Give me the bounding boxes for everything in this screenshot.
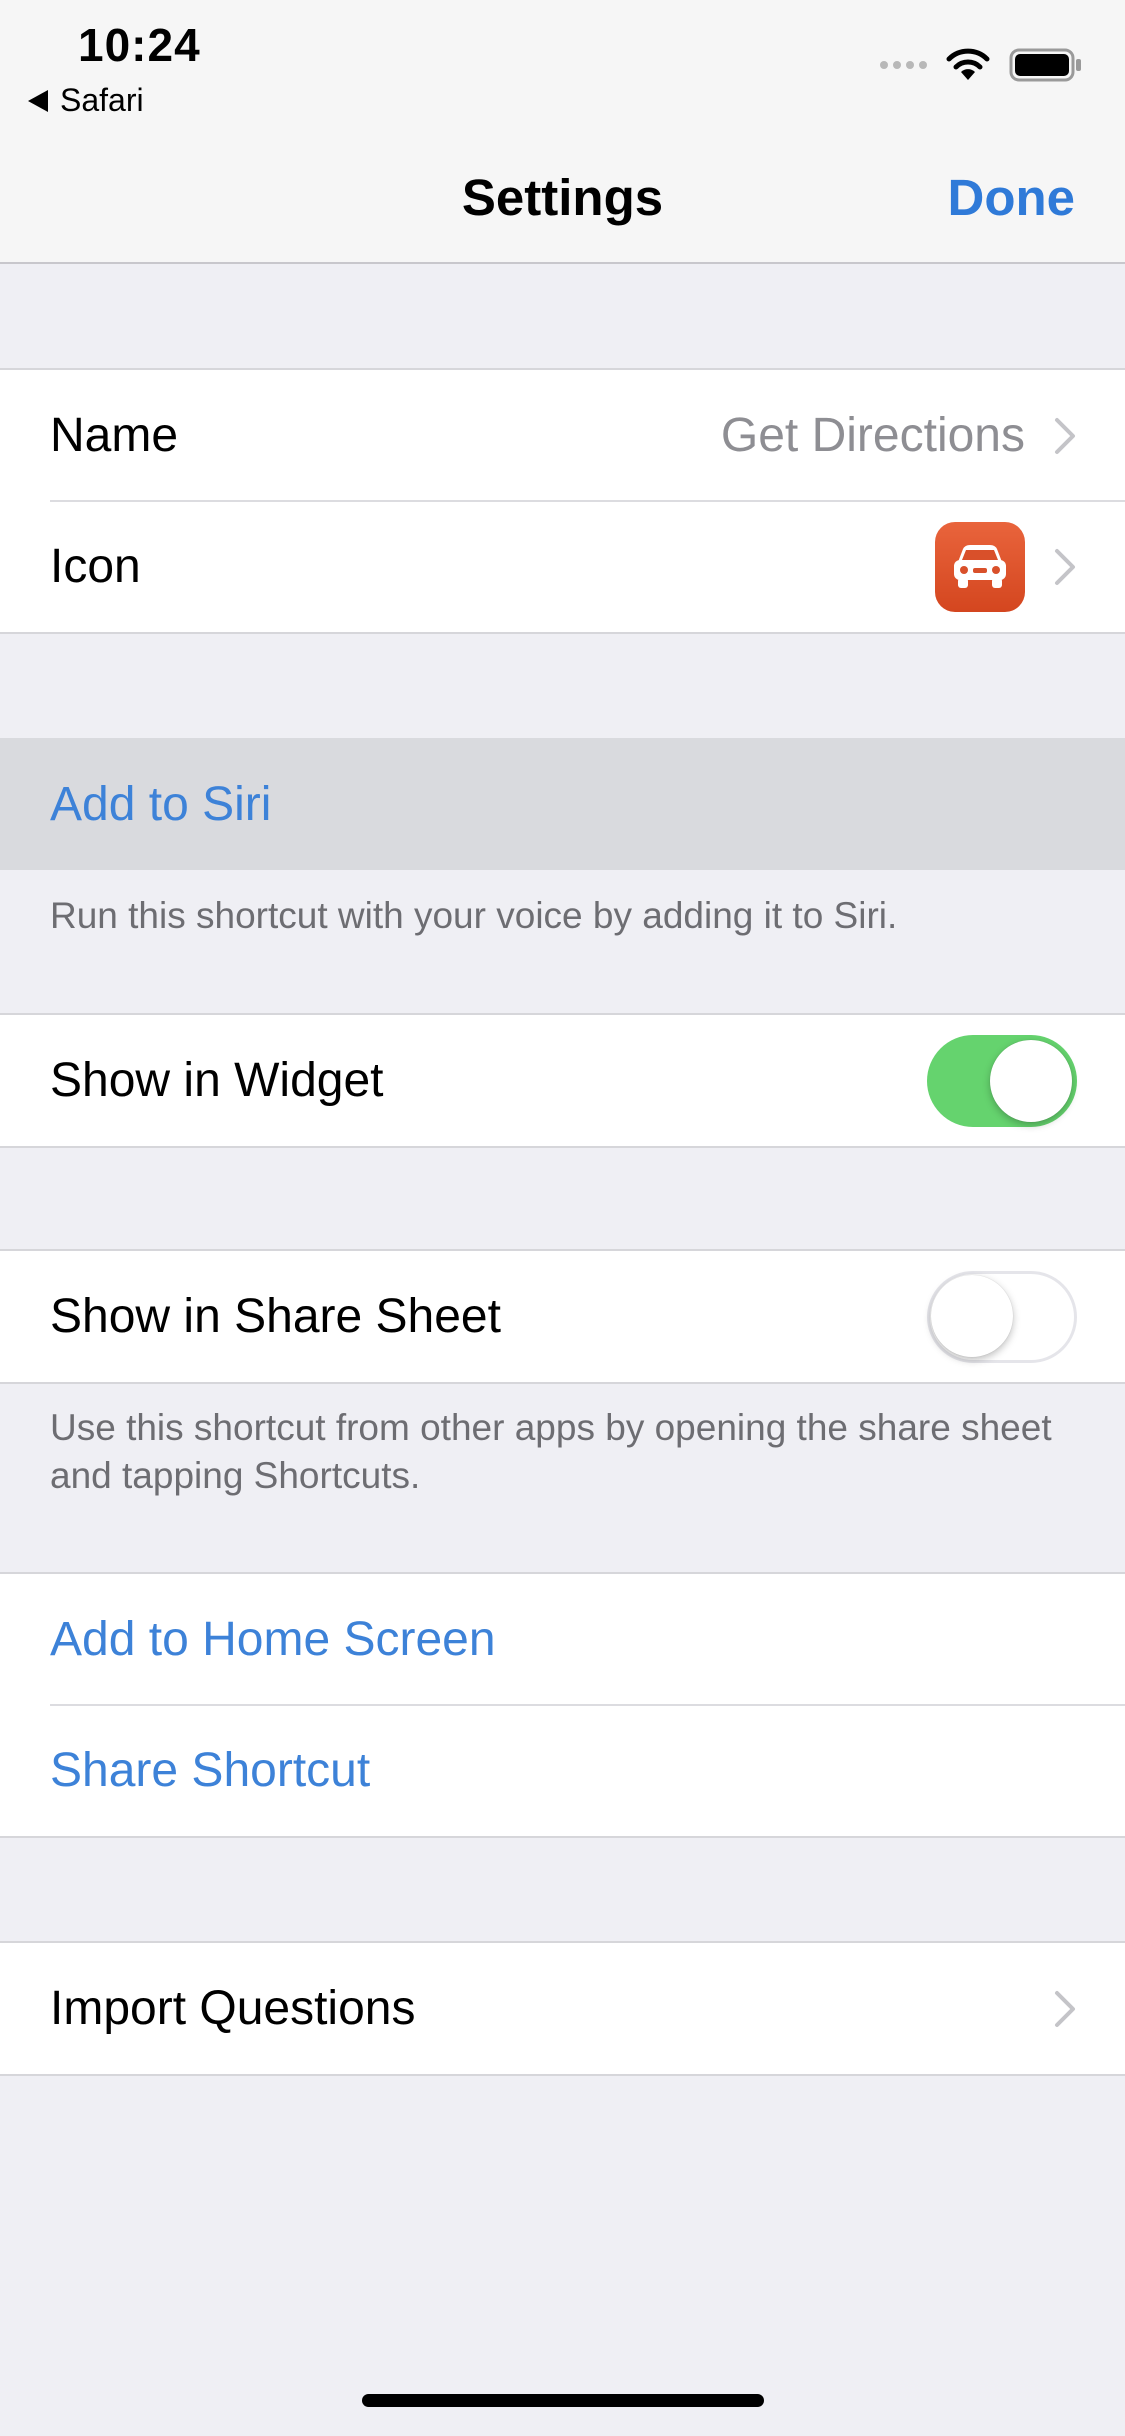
add-to-home-screen-label: Add to Home Screen [50, 1613, 496, 1666]
details-group: Name Get Directions Icon [0, 368, 1125, 634]
siri-footer-text: Run this shortcut with your voice by add… [50, 895, 898, 936]
status-bar: 10:24 Safari [0, 0, 1125, 130]
shortcut-icon-preview [935, 521, 1025, 612]
chevron-right-icon [1055, 1990, 1075, 2027]
show-in-widget-toggle[interactable] [927, 1034, 1077, 1127]
status-icons [880, 48, 1083, 82]
widget-group: Show in Widget [0, 1013, 1125, 1148]
chevron-right-icon [1055, 548, 1075, 585]
name-row[interactable]: Name Get Directions [0, 370, 1125, 501]
back-triangle-icon [28, 89, 48, 112]
share-sheet-footer-text: Use this shortcut from other apps by ope… [50, 1407, 1052, 1496]
back-to-app-button[interactable]: Safari [28, 82, 144, 119]
battery-icon [1009, 48, 1081, 82]
status-time: 10:24 [78, 19, 201, 71]
import-questions-row[interactable]: Import Questions [0, 1943, 1125, 2074]
actions-group: Add to Home Screen Share Shortcut [0, 1572, 1125, 1838]
car-icon [954, 544, 1006, 588]
home-indicator[interactable] [362, 2394, 764, 2407]
chevron-right-icon [1055, 417, 1075, 454]
icon-label: Icon [50, 540, 141, 593]
navigation-bar: Settings Done [0, 130, 1125, 264]
import-questions-label: Import Questions [50, 1982, 416, 2035]
share-sheet-group: Show in Share Sheet [0, 1249, 1125, 1384]
show-in-share-sheet-toggle[interactable] [927, 1270, 1077, 1363]
done-button[interactable]: Done [948, 168, 1076, 227]
show-in-widget-row: Show in Widget [0, 1015, 1125, 1146]
wifi-icon [946, 48, 990, 80]
cellular-signal-icon [880, 61, 927, 69]
toggle-knob [931, 1274, 1013, 1357]
add-to-siri-label: Add to Siri [50, 777, 272, 831]
name-value: Get Directions [720, 409, 1025, 462]
show-in-share-sheet-row: Show in Share Sheet [0, 1251, 1125, 1382]
share-shortcut-label: Share Shortcut [50, 1744, 371, 1797]
icon-row[interactable]: Icon [0, 500, 1125, 632]
show-in-share-sheet-label: Show in Share Sheet [50, 1290, 501, 1343]
name-label: Name [50, 409, 179, 462]
toggle-knob [990, 1039, 1072, 1122]
add-to-home-screen-button[interactable]: Add to Home Screen [0, 1574, 1125, 1705]
show-in-widget-label: Show in Widget [50, 1054, 384, 1107]
add-to-siri-button[interactable]: Add to Siri [0, 738, 1125, 870]
back-app-label: Safari [60, 82, 144, 118]
share-shortcut-button[interactable]: Share Shortcut [0, 1704, 1125, 1836]
import-group: Import Questions [0, 1941, 1125, 2076]
